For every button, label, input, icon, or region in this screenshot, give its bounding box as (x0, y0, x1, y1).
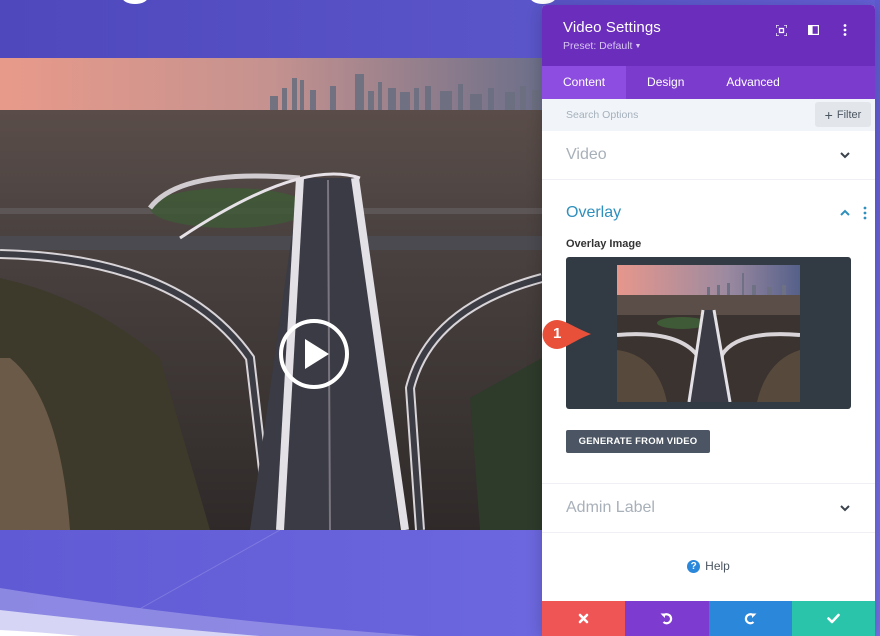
filter-label: Filter (836, 108, 862, 121)
generate-from-video-button[interactable]: GENERATE FROM VIDEO (566, 430, 710, 453)
video-thumbnail (0, 58, 542, 530)
section-overlay-title: Overlay (566, 204, 622, 221)
search-options-input[interactable] (566, 109, 806, 121)
help-row: ? Help (542, 533, 875, 597)
chevron-down-icon (840, 152, 850, 159)
sidebar-layout-button[interactable] (797, 21, 829, 39)
discard-icon (578, 613, 589, 624)
page-edge (875, 0, 880, 636)
overlay-image-upload[interactable] (566, 257, 851, 409)
header-icons (765, 21, 861, 39)
step-callout-badge: 1 (541, 319, 593, 351)
section-video: Video (542, 131, 875, 180)
heading-letter-fragment (530, 0, 556, 4)
overlay-image-label: Overlay Image (566, 238, 642, 250)
more-options-button[interactable] (829, 21, 861, 39)
sidebar-layout-icon (807, 25, 819, 35)
panel-footer (542, 601, 875, 636)
panel-header: Video Settings Preset: Default ▼ (542, 5, 875, 66)
caret-down-icon: ▼ (634, 43, 642, 50)
section-admin-label: Admin Label (542, 484, 875, 533)
video-player[interactable] (0, 58, 542, 530)
heading-letter-fragment (122, 0, 148, 4)
section-overlay-toggle[interactable]: Overlay (542, 180, 875, 244)
chevron-down-icon (840, 505, 850, 512)
save-button[interactable] (791, 601, 875, 636)
tab-design[interactable]: Design (626, 66, 705, 99)
play-icon (305, 339, 329, 369)
section-video-title: Video (566, 146, 607, 163)
plus-icon: + (824, 106, 833, 123)
more-options-icon (843, 24, 847, 36)
play-button[interactable] (279, 319, 349, 389)
callout-marker-icon (542, 320, 591, 349)
save-check-icon (827, 613, 840, 624)
expand-icon (775, 24, 787, 36)
undo-button[interactable] (625, 601, 709, 636)
section-video-toggle[interactable]: Video (542, 131, 875, 179)
overlay-image-preview (617, 265, 800, 402)
help-label: Help (705, 559, 730, 573)
chevron-up-icon (840, 209, 850, 216)
preset-label: Preset: Default (563, 40, 633, 52)
overlay-body: Overlay Image GENERATE FROM VIDEO (542, 238, 875, 483)
preset-dropdown[interactable]: Preset: Default ▼ (563, 40, 641, 52)
callout-number: 1 (553, 325, 562, 342)
redo-button[interactable] (708, 601, 792, 636)
section-admin-label-toggle[interactable]: Admin Label (542, 484, 875, 532)
filter-button[interactable]: + Filter (815, 102, 871, 127)
section-admin-label-title: Admin Label (566, 499, 655, 516)
panel-tabs: Content Design Advanced (542, 66, 875, 99)
discard-button[interactable] (542, 601, 626, 636)
redo-icon (744, 613, 757, 625)
tab-content[interactable]: Content (542, 66, 627, 99)
expand-button[interactable] (765, 21, 797, 39)
help-question-icon: ? (687, 559, 701, 573)
tab-advanced[interactable]: Advanced (705, 66, 800, 99)
search-bar: + Filter (542, 99, 875, 131)
help-link[interactable]: ? Help (687, 559, 730, 573)
undo-icon (660, 613, 673, 625)
section-options-icon[interactable] (862, 206, 868, 220)
